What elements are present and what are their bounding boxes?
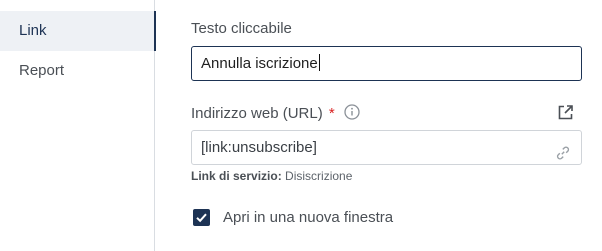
url-label-text: Indirizzo web (URL) <box>191 105 323 122</box>
link-text-value: Annulla iscrizione <box>201 55 318 72</box>
link-text-label: Testo cliccabile <box>191 20 292 37</box>
checkmark-icon <box>196 213 207 222</box>
sidebar: Link Report <box>0 0 156 251</box>
sidebar-item-link[interactable]: Link <box>0 11 156 51</box>
link-text-input[interactable]: Annulla iscrizione <box>191 46 582 81</box>
info-icon[interactable] <box>344 104 360 124</box>
new-window-label: Apri in una nuova finestra <box>223 208 394 226</box>
sidebar-item-label: Link <box>19 22 47 39</box>
url-input[interactable]: [link:unsubscribe] <box>191 130 582 165</box>
link-form: Testo cliccabile Annulla iscrizione Indi… <box>191 0 583 251</box>
new-window-option[interactable]: Apri in una nuova finestra <box>193 207 393 227</box>
required-mark: * <box>328 105 335 122</box>
service-link-value: Disiscrizione <box>285 169 353 183</box>
service-link-label: Link di servizio: <box>191 169 282 183</box>
link-icon[interactable] <box>555 140 571 173</box>
sidebar-item-label: Report <box>19 62 65 79</box>
service-link-hint: Link di servizio: Disiscrizione <box>191 169 352 183</box>
url-label: Indirizzo web (URL) * <box>191 104 360 124</box>
text-caret <box>318 54 320 71</box>
url-value: [link:unsubscribe] <box>201 139 317 156</box>
external-link-icon[interactable] <box>557 104 574 126</box>
new-window-checkbox[interactable] <box>193 208 210 226</box>
sidebar-item-report[interactable]: Report <box>0 51 154 91</box>
